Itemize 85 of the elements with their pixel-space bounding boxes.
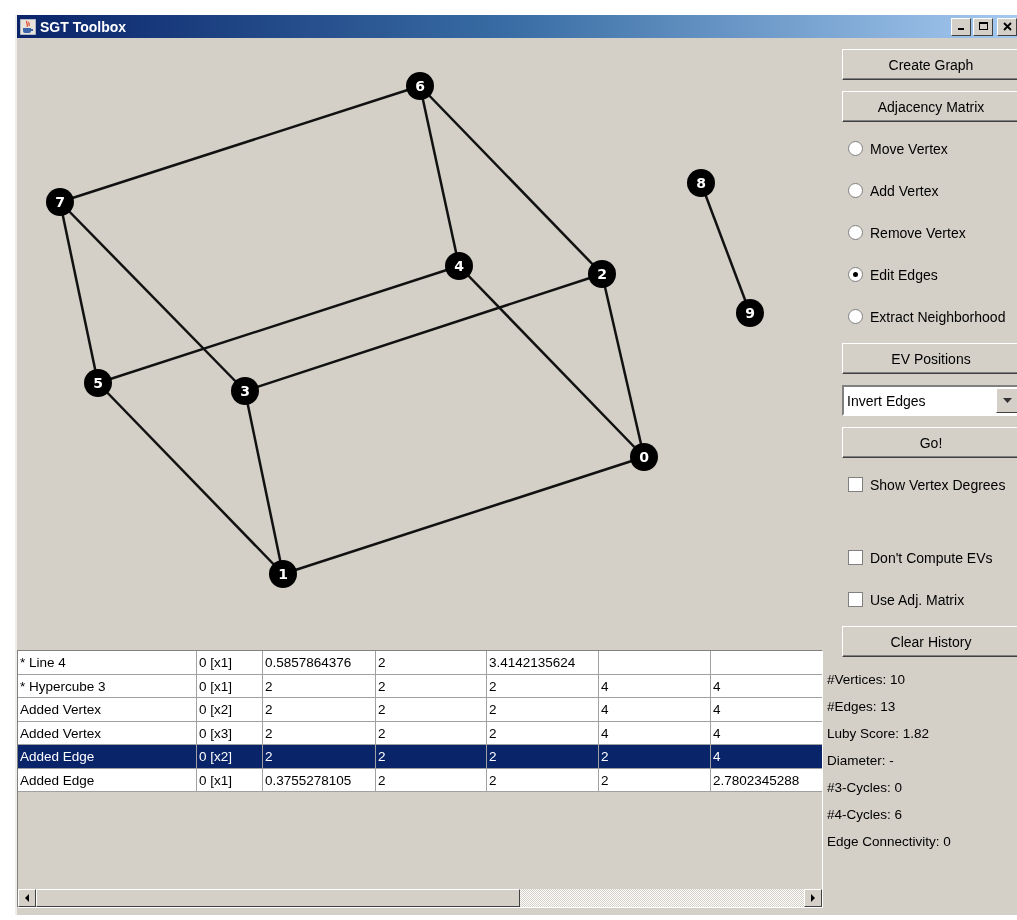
- table-row[interactable]: Added Vertex 0 [x2] 2 2 2 4 4: [18, 698, 822, 722]
- table-row[interactable]: Added Vertex 0 [x3] 2 2 2 4 4: [18, 721, 822, 745]
- window-title: SGT Toolbox: [40, 18, 127, 35]
- table-cell: 0 [x2]: [197, 745, 263, 769]
- caret-icon: [996, 388, 1017, 413]
- table-cell: 2: [599, 768, 711, 792]
- radio-option[interactable]: Extract Neighborhood: [842, 301, 1017, 332]
- horizontal-scrollbar[interactable]: [18, 889, 822, 907]
- table-cell: 2: [487, 768, 599, 792]
- maximize-icon: [978, 22, 988, 31]
- table-cell: Added Vertex: [18, 698, 197, 722]
- table-cell: 2: [376, 745, 487, 769]
- checkbox-option[interactable]: Don't Compute EVs: [842, 542, 1017, 573]
- graph-vertex[interactable]: 8: [687, 169, 715, 197]
- radio-button[interactable]: [848, 225, 863, 240]
- scroll-right-button[interactable]: [804, 889, 822, 907]
- graph-vertex[interactable]: 2: [588, 260, 616, 288]
- table-row[interactable]: * Hypercube 3 0 [x1] 2 2 2 4 4: [18, 674, 822, 698]
- checkbox[interactable]: [848, 592, 863, 607]
- graph-vertex[interactable]: 4: [445, 252, 473, 280]
- action-button[interactable]: EV Positions: [842, 343, 1017, 374]
- stat-text: #3-Cycles: 0: [827, 779, 904, 797]
- radio-button[interactable]: [848, 309, 863, 324]
- table-cell: 0.5857864376: [263, 651, 376, 675]
- table-cell: 2: [376, 651, 487, 675]
- checkbox[interactable]: [848, 477, 863, 492]
- left-arrow-icon: [24, 894, 30, 902]
- stat-text: #4-Cycles: 6: [827, 806, 904, 824]
- table-cell: 4: [599, 698, 711, 722]
- close-button[interactable]: [997, 17, 1017, 36]
- radio-button[interactable]: [848, 141, 863, 156]
- table-cell: Added Edge: [18, 745, 197, 769]
- graph-vertex[interactable]: 1: [269, 560, 297, 588]
- stat-text: #Edges: 13: [827, 698, 897, 716]
- minimize-button[interactable]: [951, 17, 971, 36]
- table-cell: 0.3755278105: [263, 768, 376, 792]
- radio-option[interactable]: Remove Vertex: [842, 217, 1017, 248]
- table-cell: 0 [x1]: [197, 651, 263, 675]
- table-row[interactable]: Added Edge 0 [x1] 0.3755278105 2 2 2 2.7802345288: [18, 768, 822, 792]
- coffee-cup-icon: [20, 18, 36, 35]
- checkbox[interactable]: [848, 550, 863, 565]
- action-button[interactable]: Adjacency Matrix: [842, 91, 1017, 122]
- table-row[interactable]: Added Edge 0 [x2] 2 2 2 2 4: [18, 745, 822, 769]
- table-cell: 2: [487, 698, 599, 722]
- stat-text: #Vertices: 10: [827, 671, 907, 689]
- scrollbar-thumb[interactable]: [36, 889, 520, 907]
- table-cell: 2: [376, 698, 487, 722]
- stat-text: Luby Score: 1.82: [827, 725, 931, 743]
- table-cell: 3.4142135624: [487, 651, 599, 675]
- checkbox-option[interactable]: Use Adj. Matrix: [842, 584, 1017, 615]
- stat-text: Diameter: -: [827, 752, 895, 770]
- table-row[interactable]: * Line 4 0 [x1] 0.5857864376 2 3.4142135624: [18, 651, 822, 675]
- table-cell: 4: [711, 698, 822, 722]
- scroll-left-button[interactable]: [18, 889, 36, 907]
- table-cell: Added Edge: [18, 768, 197, 792]
- stat-text: Edge Connectivity: 0: [827, 833, 952, 851]
- graph-vertex[interactable]: 7: [46, 188, 74, 216]
- table-cell: 2: [263, 745, 376, 769]
- graph-vertex[interactable]: 5: [84, 369, 112, 397]
- radio-button[interactable]: [848, 267, 863, 282]
- radio-button[interactable]: [848, 183, 863, 198]
- table-cell: 2: [263, 698, 376, 722]
- dropdown[interactable]: Invert Edges: [842, 385, 1017, 416]
- table-cell: 2: [487, 745, 599, 769]
- checkbox-option[interactable]: Show Vertex Degrees: [842, 469, 1017, 500]
- maximize-button[interactable]: [973, 17, 993, 36]
- table-cell: 4: [711, 745, 822, 769]
- action-button[interactable]: Go!: [842, 427, 1017, 458]
- action-button[interactable]: Clear History: [842, 626, 1017, 657]
- radio-option[interactable]: Add Vertex: [842, 175, 1017, 206]
- radio-option[interactable]: Move Vertex: [842, 133, 1017, 164]
- table-cell: 0 [x2]: [197, 698, 263, 722]
- right-arrow-icon: [810, 894, 816, 902]
- table-cell: 2.7802345288: [711, 768, 822, 792]
- table-cell: 0 [x1]: [197, 768, 263, 792]
- table-cell: 2: [376, 768, 487, 792]
- table-cell: 2: [599, 745, 711, 769]
- graph-vertex[interactable]: 3: [231, 377, 259, 405]
- graph-vertex[interactable]: 9: [736, 299, 764, 327]
- table-cell: * Line 4: [18, 651, 197, 675]
- radio-option[interactable]: Edit Edges: [842, 259, 1017, 290]
- graph-vertex[interactable]: 6: [406, 72, 434, 100]
- graph-vertex[interactable]: 0: [630, 443, 658, 471]
- close-icon: [1002, 22, 1012, 31]
- action-button[interactable]: Create Graph: [842, 49, 1017, 80]
